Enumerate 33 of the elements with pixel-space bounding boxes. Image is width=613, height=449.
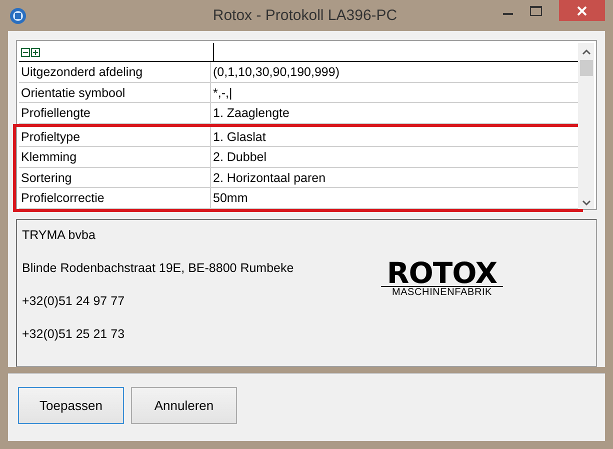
scroll-down-icon[interactable] bbox=[582, 200, 590, 206]
info-line: +32(0)51 24 97 77 bbox=[22, 294, 126, 308]
info-line: +32(0)51 25 21 73 bbox=[22, 327, 126, 341]
close-icon bbox=[577, 6, 587, 16]
property-value[interactable]: 1. Glaslat bbox=[211, 126, 578, 146]
property-value[interactable]: 2. Horizontaal paren bbox=[211, 168, 578, 187]
logo-subtitle: MASCHINENFABRIK bbox=[381, 286, 503, 298]
app-icon bbox=[9, 6, 27, 24]
property-value[interactable]: 1. Zaaglengte bbox=[211, 103, 578, 122]
dialog-button[interactable]: Toepassen bbox=[18, 387, 124, 424]
window-title: Rotox - Protokoll LA396-PC bbox=[212, 7, 398, 24]
property-name[interactable]: Profieltype bbox=[19, 126, 211, 146]
property-value[interactable]: *,-,| bbox=[211, 82, 578, 102]
collapse-icon[interactable] bbox=[21, 48, 30, 56]
scroll-thumb[interactable] bbox=[580, 60, 592, 76]
property-value[interactable]: 50mm bbox=[211, 188, 578, 208]
property-name[interactable]: Uitgezonderd afdeling bbox=[19, 62, 211, 82]
info-line: Blinde Rodenbachstraat 19E, BE-8800 Rumbeke bbox=[22, 261, 295, 275]
property-name[interactable]: Profielcorrectie bbox=[19, 188, 211, 208]
dialog-button[interactable]: Annuleren bbox=[131, 387, 237, 424]
property-value[interactable]: 2. Dubbel bbox=[211, 147, 578, 166]
property-name[interactable]: Profiellengte bbox=[19, 103, 211, 122]
close-button[interactable] bbox=[559, 0, 605, 21]
scrollbar[interactable] bbox=[578, 43, 594, 209]
property-value[interactable]: (0,1,10,30,90,190,999) bbox=[211, 62, 578, 82]
expand-icon[interactable] bbox=[31, 48, 40, 56]
property-name[interactable]: Sortering bbox=[19, 168, 211, 187]
property-name[interactable]: Klemming bbox=[19, 147, 211, 166]
maximize-icon[interactable] bbox=[530, 6, 542, 16]
scroll-up-icon[interactable] bbox=[582, 49, 590, 55]
logo-name: ROTOX bbox=[386, 260, 498, 286]
info-line: TRYMA bvba bbox=[22, 228, 96, 242]
property-name[interactable]: Orientatie symbool bbox=[19, 82, 211, 102]
